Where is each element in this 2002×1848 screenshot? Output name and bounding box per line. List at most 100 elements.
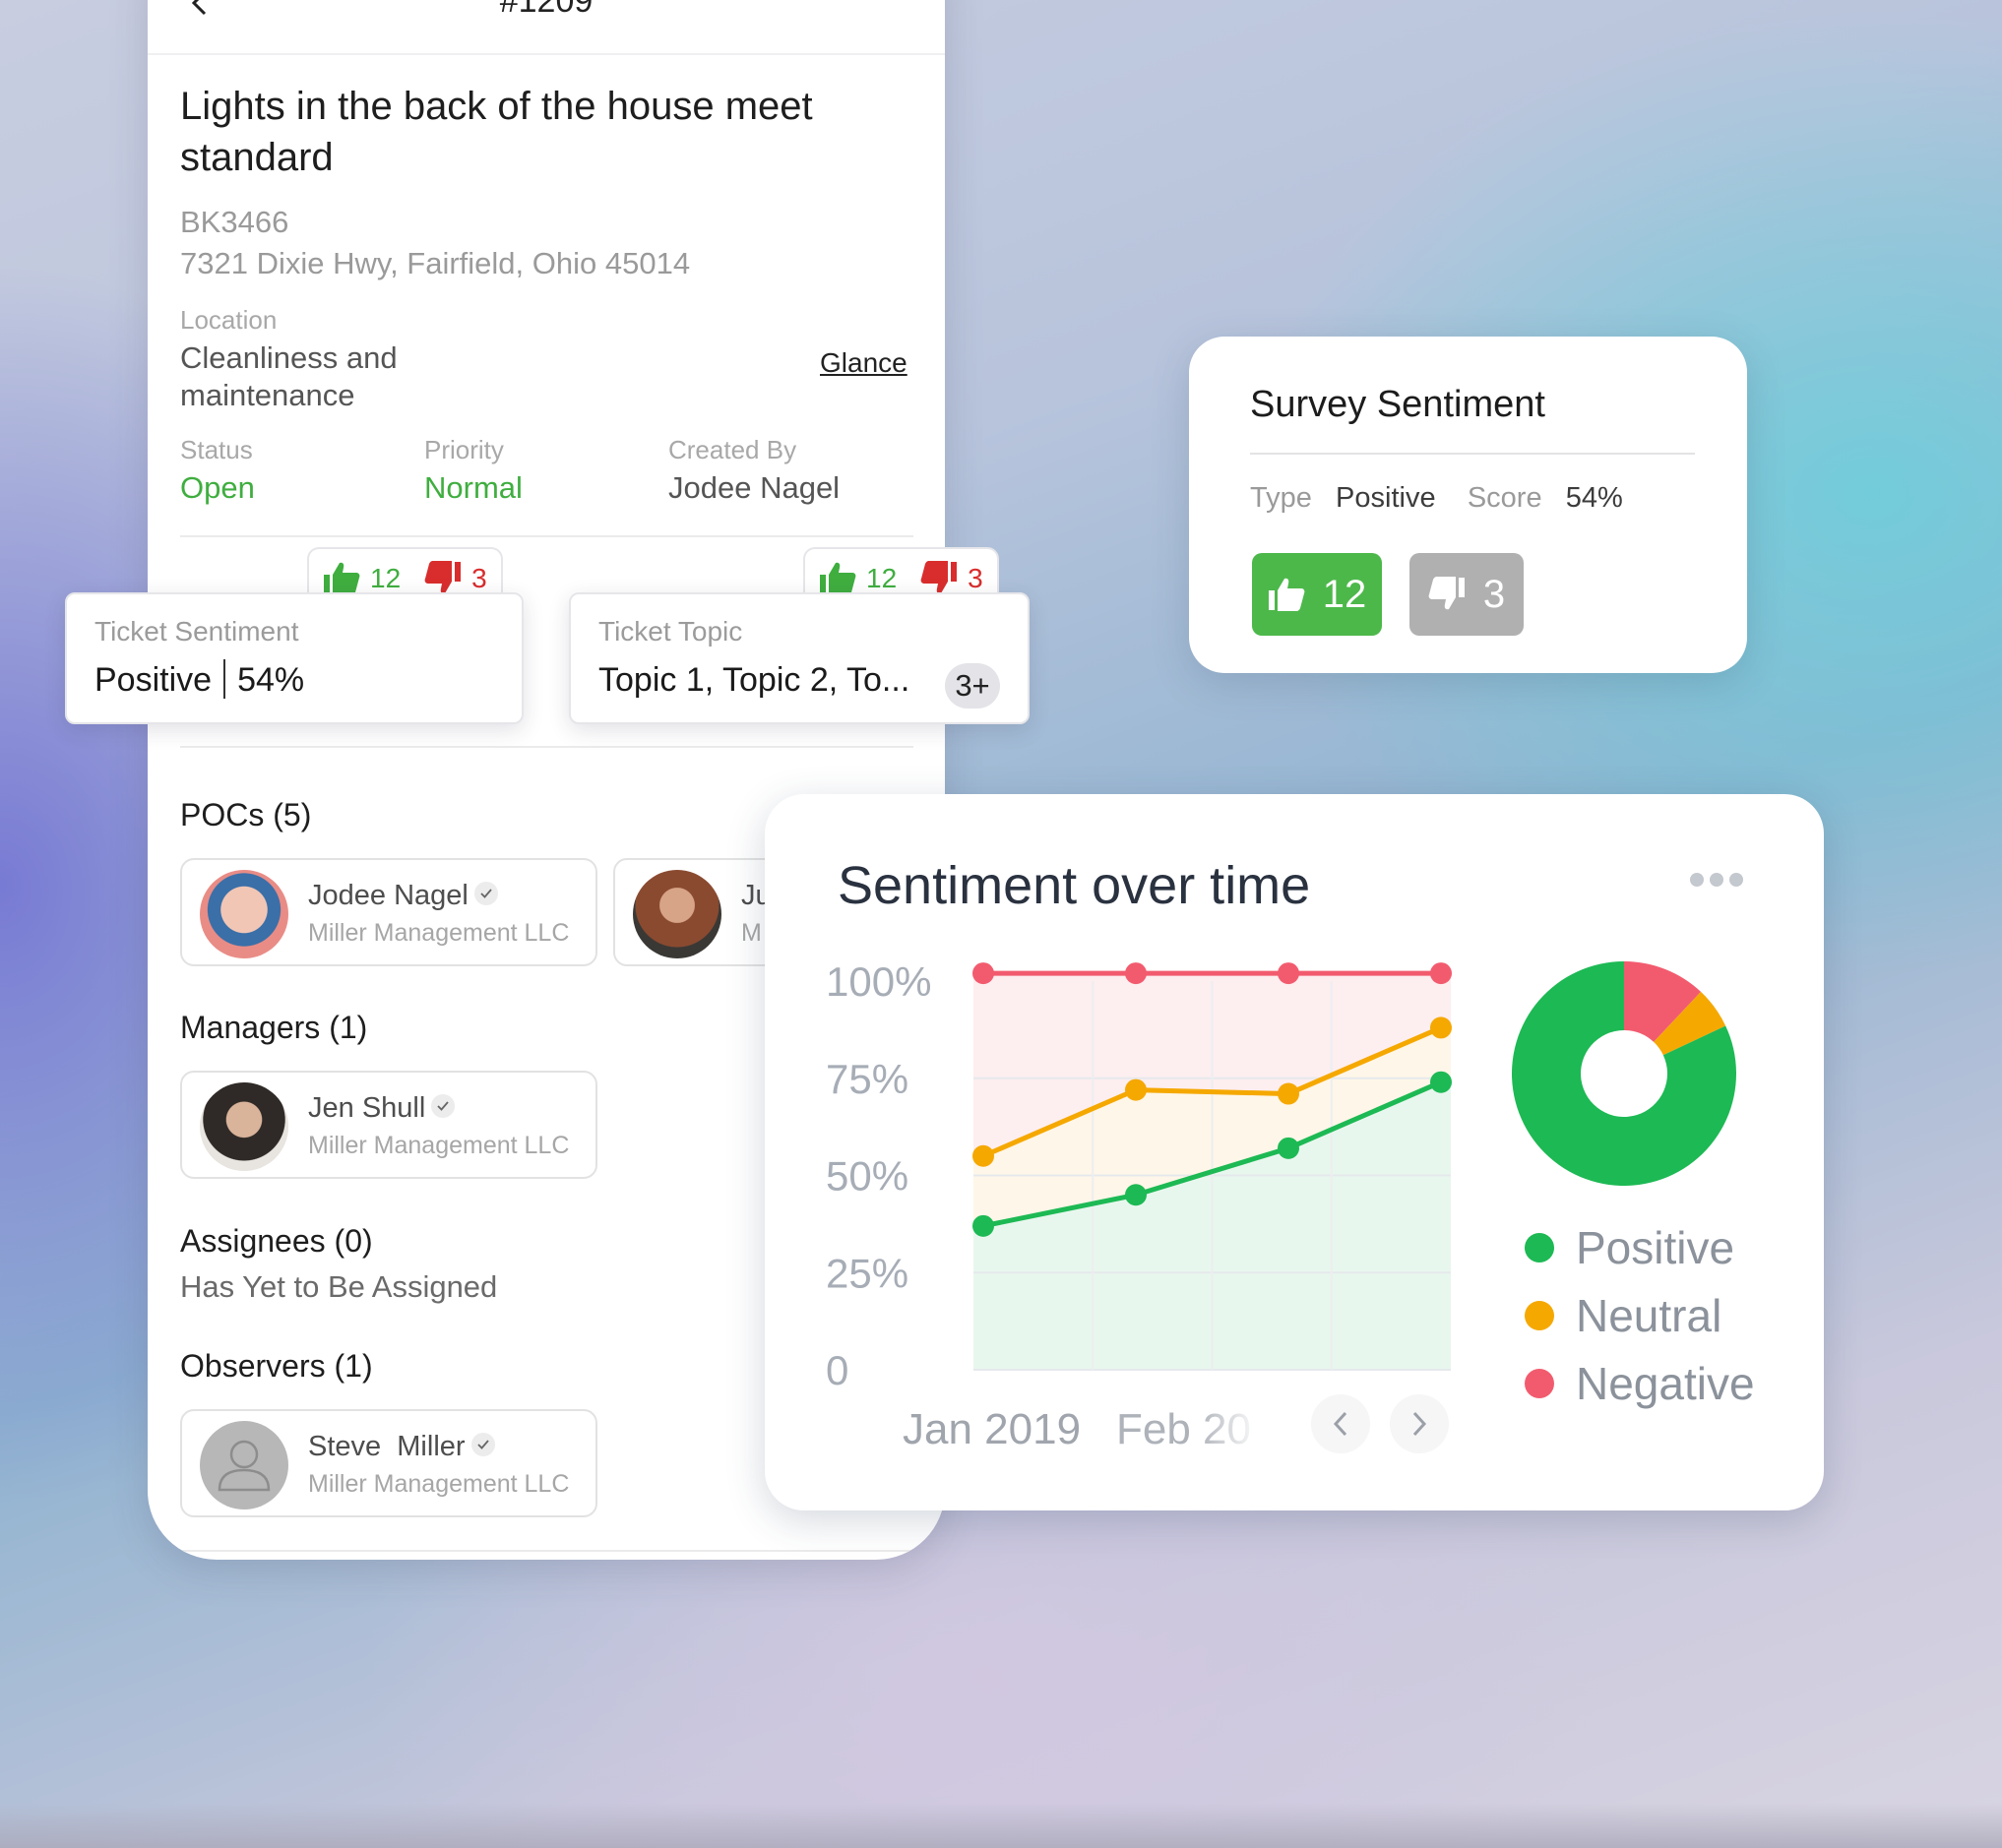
thumbs-down-count: 3 [1482,572,1506,616]
person-org: Miller Management LLC [308,919,570,947]
thumbs-up-icon[interactable] [819,561,856,596]
avatar [633,870,721,958]
ticket-sentiment-label: Ticket Sentiment [94,616,299,647]
ticket-meta-row: Status Open Priority Normal Created By J… [180,435,889,514]
ticket-code: BK3466 [180,205,289,239]
score-value: 54% [1565,482,1623,514]
location-label: Location [180,305,278,335]
ticket-title: Lights in the back of the house meet sta… [180,85,813,179]
divider [180,535,913,537]
ticket-topic-card: Ticket Topic Topic 1, Topic 2, To... 3+ [569,592,1030,724]
y-tick-label: 50% [826,1153,908,1200]
separator [223,659,226,700]
more-topics-badge[interactable]: 3+ [945,663,1000,708]
priority-field: Priority Normal [424,435,523,507]
legend-label: Negative [1576,1358,1755,1409]
ticket-topic-label: Ticket Topic [598,616,743,647]
legend-dot [1525,1369,1554,1398]
thumbs-up-icon[interactable] [323,561,360,596]
thumbs-down-icon[interactable] [424,561,462,596]
created-by-value: Jodee Nagel [668,470,841,505]
verified-check-icon [470,1433,495,1457]
person-name-wrap: Steve Miller [308,1431,495,1463]
next-period-button[interactable] [1390,1394,1449,1453]
person-org: M [741,919,762,947]
poc-card[interactable]: Jodee Nagel Miller Management LLC [180,858,597,966]
thumbs-up-count: 12 [866,563,898,593]
location-field: Location Cleanliness and maintenance [180,305,672,414]
glance-link[interactable]: Glance [820,347,907,379]
ticket-number: #1209 [499,0,594,20]
thumbs-down-count: 3 [471,563,487,593]
person-org: Miller Management LLC [308,1470,570,1498]
ticket-sentiment-value: Positive 54% [94,659,304,702]
x-tick-label: Jan 2019 [903,1405,1081,1453]
location-value: Cleanliness and maintenance [180,340,398,412]
ticket-header: #1209 [148,0,945,55]
person-name: Jodee Nagel [308,880,469,911]
data-point-positive [1278,1137,1299,1159]
thumbs-up-button[interactable]: 12 [1252,553,1382,636]
legend-label: Positive [1576,1222,1735,1273]
managers-title: Managers (1) [180,1010,368,1045]
avatar [200,870,288,958]
manager-card[interactable]: Jen Shull Miller Management LLC [180,1071,597,1179]
legend-positive: Positive [1525,1221,1734,1274]
data-point-neutral [972,1144,994,1167]
thumbs-down-icon [1428,577,1465,610]
observers-title: Observers (1) [180,1348,373,1384]
legend-label: Neutral [1576,1290,1722,1341]
type-value: Positive [1336,482,1436,514]
y-tick-label: 0 [826,1347,848,1393]
thumbs-up-count: 12 [1322,572,1367,616]
person-name: Jen Shull [308,1092,426,1124]
status-label: Status [180,435,253,464]
data-point-negative [1430,962,1452,985]
label-fade [1198,1399,1286,1458]
person-org: Miller Management LLC [308,1132,570,1159]
legend-dot [1525,1233,1554,1263]
background-band [0,1803,2002,1848]
data-point-neutral [1430,1016,1452,1039]
person-name-wrap: Jodee Nagel [308,880,498,912]
data-point-negative [1278,962,1299,985]
divider [148,1550,945,1552]
y-tick-label: 100% [826,958,931,1005]
observer-card[interactable]: Steve Miller Miller Management LLC [180,1409,597,1517]
legend-dot [1525,1301,1554,1330]
thumbs-up-icon [1268,578,1305,611]
survey-sentiment-title: Survey Sentiment [1250,384,1545,425]
type-label: Type [1250,482,1312,514]
priority-label: Priority [424,435,504,464]
survey-sentiment-card: Survey Sentiment Type Positive Score 54%… [1189,337,1747,673]
avatar [200,1082,288,1171]
person-name-wrap: Jen Shull [308,1092,456,1125]
priority-value: Normal [424,470,523,505]
score-label: Score [1467,482,1542,514]
verified-check-icon [473,882,498,906]
chevron-right-icon [1412,1411,1427,1437]
prev-period-button[interactable] [1311,1394,1370,1453]
divider [1250,453,1695,455]
assignees-empty-text: Has Yet to Be Assigned [180,1269,498,1304]
data-point-negative [1125,962,1147,985]
created-by-label: Created By [668,435,797,464]
ticket-topic-value: Topic 1, Topic 2, To... [598,661,910,699]
status-field: Status Open [180,435,255,507]
status-value: Open [180,470,255,505]
thumbs-down-count: 3 [968,563,983,593]
thumbs-down-button[interactable]: 3 [1409,553,1524,636]
y-tick-label: 75% [826,1056,908,1102]
y-tick-label: 25% [826,1250,908,1296]
thumbs-down-icon[interactable] [920,561,958,596]
pocs-title: POCs (5) [180,797,312,832]
sentiment-over-time-card: Sentiment over time 0 25% 50% 75% 100% Jan 20… [765,794,1824,1510]
data-point-positive [972,1214,994,1237]
data-point-negative [972,962,994,985]
data-point-neutral [1125,1078,1147,1101]
legend-neutral: Neutral [1525,1289,1721,1342]
person-name: Steve Miller [308,1431,466,1462]
data-point-positive [1430,1071,1452,1093]
assignees-title: Assignees (0) [180,1223,373,1259]
data-point-positive [1125,1184,1147,1206]
